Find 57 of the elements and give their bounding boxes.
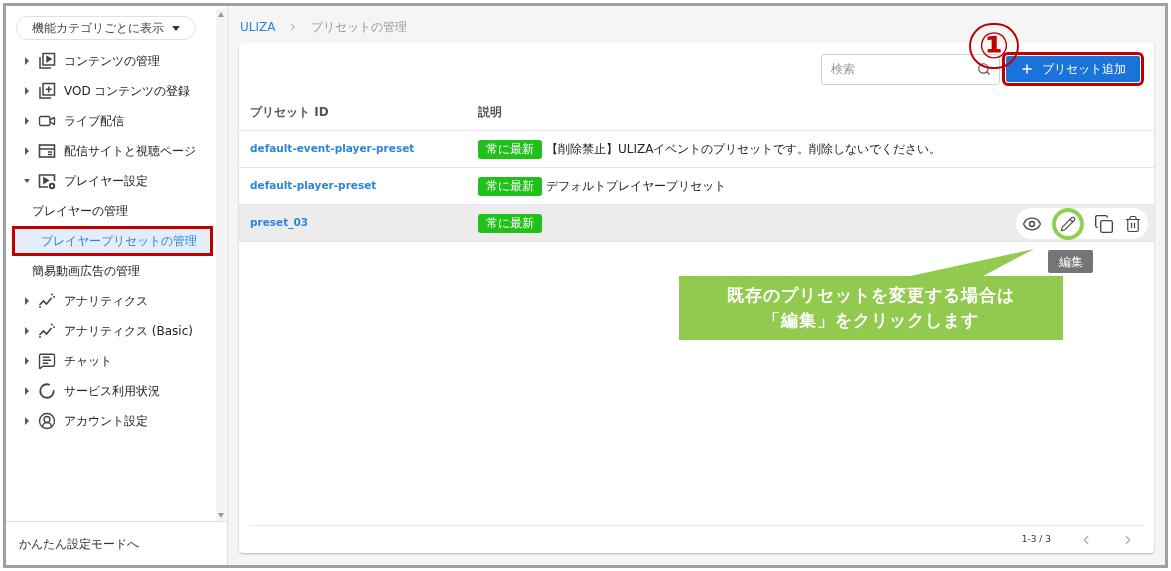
edit-tooltip: 編集: [1048, 250, 1093, 273]
preset-id-link[interactable]: default-player-preset: [239, 178, 478, 194]
nav-group-item[interactable]: VOD コンテンツの登録: [6, 76, 227, 106]
analytics-icon: [38, 322, 56, 340]
nav-group-item[interactable]: サービス利用状況: [6, 376, 227, 406]
account-icon: [38, 412, 56, 430]
web-page-icon: [38, 142, 56, 160]
delete-icon[interactable]: [1124, 214, 1142, 233]
chat-icon: [38, 352, 56, 370]
caret-icon[interactable]: [24, 327, 30, 335]
status-badge: 常に最新: [478, 176, 542, 196]
search-icon[interactable]: [977, 61, 991, 76]
callout-text: 「編集」をクリックします: [763, 309, 979, 332]
nav-group-item[interactable]: チャット: [6, 346, 227, 376]
caret-icon[interactable]: [24, 387, 30, 395]
nav-group-item[interactable]: プレイヤー設定: [6, 166, 227, 196]
player-settings-icon: [38, 172, 56, 190]
nav-sub-item[interactable]: 簡易動画広告の管理: [6, 256, 227, 286]
caret-icon[interactable]: [24, 57, 30, 65]
caret-icon[interactable]: [24, 297, 30, 305]
caret-icon[interactable]: [24, 357, 30, 365]
copy-icon[interactable]: [1094, 213, 1114, 234]
caret-icon[interactable]: [24, 87, 30, 95]
callout-text: 既存のプリセットを変更する場合は: [727, 284, 1015, 307]
nav-group-item[interactable]: アナリティクス (Basic): [6, 316, 227, 346]
preset-id-link[interactable]: default-event-player-preset: [239, 141, 478, 157]
caret-icon[interactable]: [24, 417, 30, 425]
pencil-icon: [1060, 215, 1076, 232]
breadcrumb-item: プリセットの管理: [311, 19, 408, 36]
step-number-marker: ①: [969, 23, 1019, 69]
pagination-text: 1-3 / 3: [1021, 532, 1051, 546]
description-text: 【削除禁止】ULIZAイベントのプリセットです。削除しないでください。: [546, 141, 942, 158]
nav-group-item[interactable]: アカウント設定: [6, 406, 227, 436]
caret-icon[interactable]: [24, 177, 30, 185]
nav-group-item[interactable]: ライブ配信: [6, 106, 227, 136]
nav-sub-item[interactable]: プレイヤーの管理: [6, 196, 227, 226]
status-badge: 常に最新: [478, 139, 542, 159]
status-badge: 常に最新: [478, 213, 542, 233]
caret-icon[interactable]: [24, 117, 30, 125]
table-row[interactable]: default-event-player-preset 常に最新 【削除禁止】ULIZAイベントのプリセットです。削除しないでください。: [239, 131, 1154, 168]
dropdown-caret-icon: [172, 25, 180, 31]
breadcrumb-item[interactable]: ULIZA: [240, 18, 276, 36]
scroll-bar[interactable]: [216, 9, 226, 521]
easy-mode-link[interactable]: かんたん設定モードへ: [19, 534, 139, 553]
caret-icon[interactable]: [24, 147, 30, 155]
edit-button[interactable]: [1052, 207, 1084, 240]
nav-group-item[interactable]: アナリティクス: [6, 286, 227, 316]
plus-icon: [1020, 62, 1034, 76]
usage-ring-icon: [38, 382, 56, 400]
video-library-icon: [38, 52, 56, 70]
column-header: 説明: [478, 103, 502, 121]
nav-group-item[interactable]: コンテンツの管理: [6, 46, 227, 76]
add-library-icon: [38, 82, 56, 100]
nav-group-item[interactable]: 配信サイトと視聴ページ: [6, 136, 227, 166]
description-text: デフォルトプレイヤープリセット: [546, 178, 726, 195]
analytics-icon: [38, 292, 56, 310]
column-header: プリセット ID: [249, 103, 330, 121]
